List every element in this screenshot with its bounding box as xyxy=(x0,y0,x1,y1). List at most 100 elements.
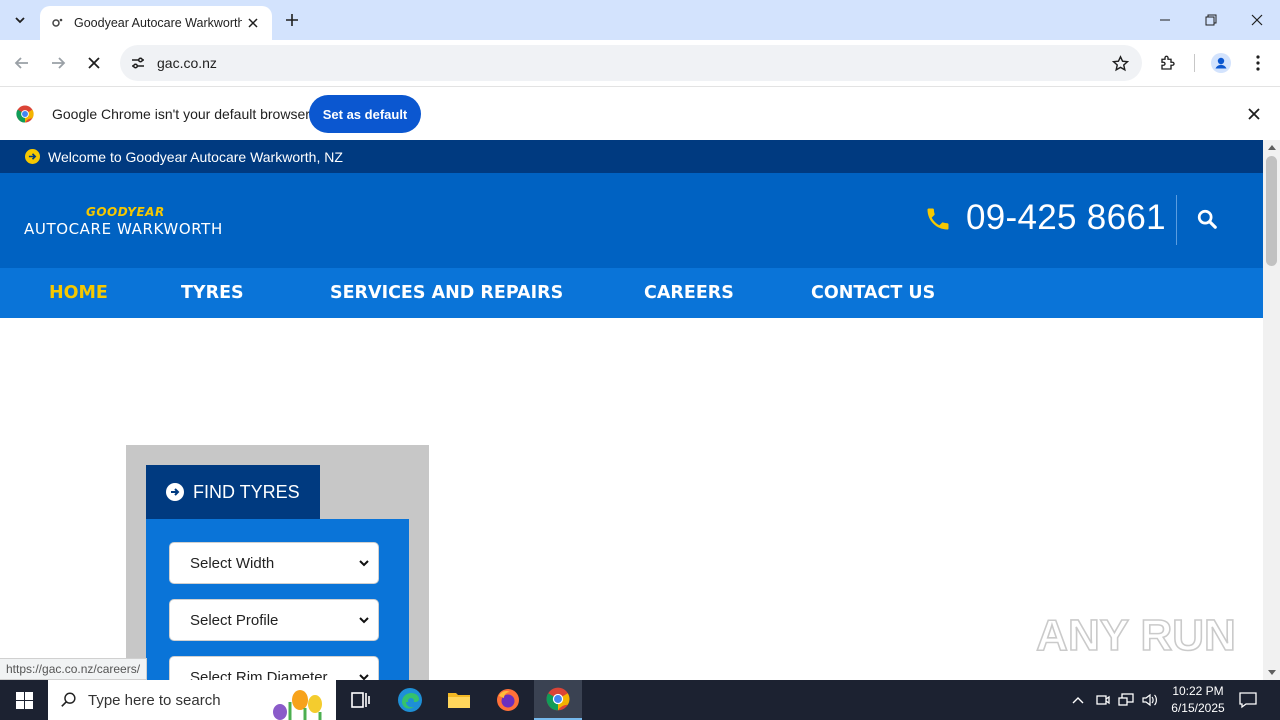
tab-search-button[interactable] xyxy=(6,6,34,34)
arrow-right-icon xyxy=(52,57,66,69)
bookmark-star-icon[interactable] xyxy=(1110,53,1130,73)
site-logo[interactable]: GOODYEAR AUTOCARE WARKWORTH xyxy=(24,205,234,239)
close-window-button[interactable] xyxy=(1234,0,1280,40)
chevron-down-icon xyxy=(359,617,369,624)
chevron-down-icon xyxy=(359,560,369,567)
minimize-button[interactable] xyxy=(1142,0,1188,40)
page-scrollbar[interactable] xyxy=(1263,140,1280,680)
infobar-message: Google Chrome isn't your default browser xyxy=(52,106,310,122)
scroll-up-arrow-icon[interactable] xyxy=(1263,140,1280,154)
find-tyres-tab[interactable]: FIND TYRES xyxy=(146,465,320,519)
start-button[interactable] xyxy=(0,680,48,720)
link-status-bubble: https://gac.co.nz/careers/ xyxy=(0,658,148,680)
volume-icon[interactable] xyxy=(1142,692,1158,708)
browser-tab-strip: Goodyear Autocare Warkworth, N xyxy=(0,0,1280,40)
notification-center-icon[interactable] xyxy=(1238,690,1258,710)
restore-button[interactable] xyxy=(1188,0,1234,40)
kebab-menu-icon xyxy=(1256,55,1260,71)
select-rim-diameter-label: Select Rim Diameter xyxy=(190,668,328,681)
taskbar-file-explorer[interactable] xyxy=(435,680,483,720)
logo-brand: GOODYEAR xyxy=(86,205,165,219)
address-bar[interactable]: gac.co.nz xyxy=(120,45,1142,81)
new-tab-button[interactable] xyxy=(280,8,304,32)
flowers-decoration-icon xyxy=(273,690,322,720)
taskbar-edge[interactable] xyxy=(386,680,434,720)
chevron-down-icon xyxy=(15,17,25,24)
select-profile-label: Select Profile xyxy=(190,611,279,629)
loading-favicon-icon xyxy=(50,15,66,31)
close-icon xyxy=(1251,14,1263,26)
taskbar-chrome[interactable] xyxy=(534,680,582,720)
select-width[interactable]: Select Width xyxy=(169,542,379,584)
minimize-icon xyxy=(1160,19,1170,21)
welcome-text: Welcome to Goodyear Autocare Warkworth, … xyxy=(48,148,343,165)
infobar-close-icon[interactable] xyxy=(1244,104,1264,124)
site-settings-icon[interactable] xyxy=(123,48,153,78)
clock-date: 6/15/2025 xyxy=(1171,701,1225,715)
task-view-icon xyxy=(351,692,370,708)
tyre-finder-widget: FIND TYRES Select Width Select Profile S… xyxy=(126,445,429,680)
forward-button[interactable] xyxy=(44,49,72,77)
chrome-icon xyxy=(546,687,570,711)
restore-icon xyxy=(1205,14,1217,26)
anyrun-watermark: ANY RUN xyxy=(1036,610,1236,661)
site-header: GOODYEAR AUTOCARE WARKWORTH 09-425 8661 xyxy=(0,173,1263,268)
network-icon[interactable] xyxy=(1118,692,1134,708)
browser-toolbar: gac.co.nz xyxy=(0,40,1280,86)
clock-time: 10:22 PM xyxy=(1172,684,1224,698)
plus-icon xyxy=(286,14,298,26)
find-tyres-title: FIND TYRES xyxy=(193,481,300,502)
system-clock[interactable]: 10:22 PM 6/15/2025 xyxy=(1160,683,1236,717)
search-icon xyxy=(61,692,76,707)
watermark-text: ANY RUN xyxy=(1036,611,1236,660)
extensions-button[interactable] xyxy=(1154,49,1182,77)
folder-icon xyxy=(448,693,470,708)
select-rim-diameter[interactable]: Select Rim Diameter xyxy=(169,656,379,680)
windows-logo-icon xyxy=(15,691,33,709)
phone-number[interactable]: 09-425 8661 xyxy=(966,198,1166,238)
avatar-icon xyxy=(1211,53,1231,73)
profile-button[interactable] xyxy=(1207,49,1235,77)
firefox-icon xyxy=(497,689,519,711)
meet-now-icon[interactable] xyxy=(1095,692,1111,708)
select-width-label: Select Width xyxy=(190,554,275,572)
chrome-logo-icon xyxy=(16,105,34,123)
arrow-left-icon xyxy=(14,57,28,69)
scrollbar-thumb[interactable] xyxy=(1266,156,1277,266)
task-view-button[interactable] xyxy=(336,680,384,720)
puzzle-icon xyxy=(1161,55,1175,70)
logo-subtitle: AUTOCARE WARKWORTH xyxy=(24,220,223,238)
nav-tyres[interactable]: TYRES xyxy=(181,283,244,303)
arrow-circle-icon xyxy=(166,483,184,501)
set-as-default-button[interactable]: Set as default xyxy=(309,95,421,133)
close-icon xyxy=(88,57,100,69)
browser-tab-active[interactable]: Goodyear Autocare Warkworth, N xyxy=(40,6,272,40)
phone-icon xyxy=(927,208,949,230)
edge-icon xyxy=(398,688,422,712)
scroll-down-arrow-icon[interactable] xyxy=(1263,666,1280,680)
welcome-bar: Welcome to Goodyear Autocare Warkworth, … xyxy=(0,140,1263,173)
tray-chevron-up-icon[interactable] xyxy=(1070,692,1086,708)
nav-contact-us[interactable]: CONTACT US xyxy=(811,283,935,303)
site-search-button[interactable] xyxy=(1194,206,1220,232)
url-text: gac.co.nz xyxy=(157,55,217,71)
page-viewport: Welcome to Goodyear Autocare Warkworth, … xyxy=(0,140,1263,680)
tab-close-icon[interactable] xyxy=(244,14,262,32)
nav-services-and-repairs[interactable]: SERVICES AND REPAIRS xyxy=(330,283,563,303)
nav-careers[interactable]: CAREERS xyxy=(644,283,734,303)
taskbar-firefox[interactable] xyxy=(484,680,532,720)
back-button[interactable] xyxy=(8,49,36,77)
default-browser-infobar: Google Chrome isn't your default browser… xyxy=(0,86,1280,140)
windows-taskbar: Type here to search 10:22 PM 6/15/2025 xyxy=(0,680,1280,720)
stop-loading-button[interactable] xyxy=(80,49,108,77)
arrow-circle-icon xyxy=(25,149,40,164)
header-divider xyxy=(1176,195,1177,245)
tab-title: Goodyear Autocare Warkworth, N xyxy=(74,16,242,30)
nav-home[interactable]: HOME xyxy=(49,283,108,303)
main-navigation: HOME TYRES SERVICES AND REPAIRS CAREERS … xyxy=(0,268,1263,318)
taskbar-search-placeholder: Type here to search xyxy=(88,691,221,709)
tyre-finder-form: Select Width Select Profile Select Rim D… xyxy=(146,519,409,680)
chrome-menu-button[interactable] xyxy=(1244,49,1272,77)
taskbar-search-box[interactable]: Type here to search xyxy=(48,680,336,720)
select-profile[interactable]: Select Profile xyxy=(169,599,379,641)
